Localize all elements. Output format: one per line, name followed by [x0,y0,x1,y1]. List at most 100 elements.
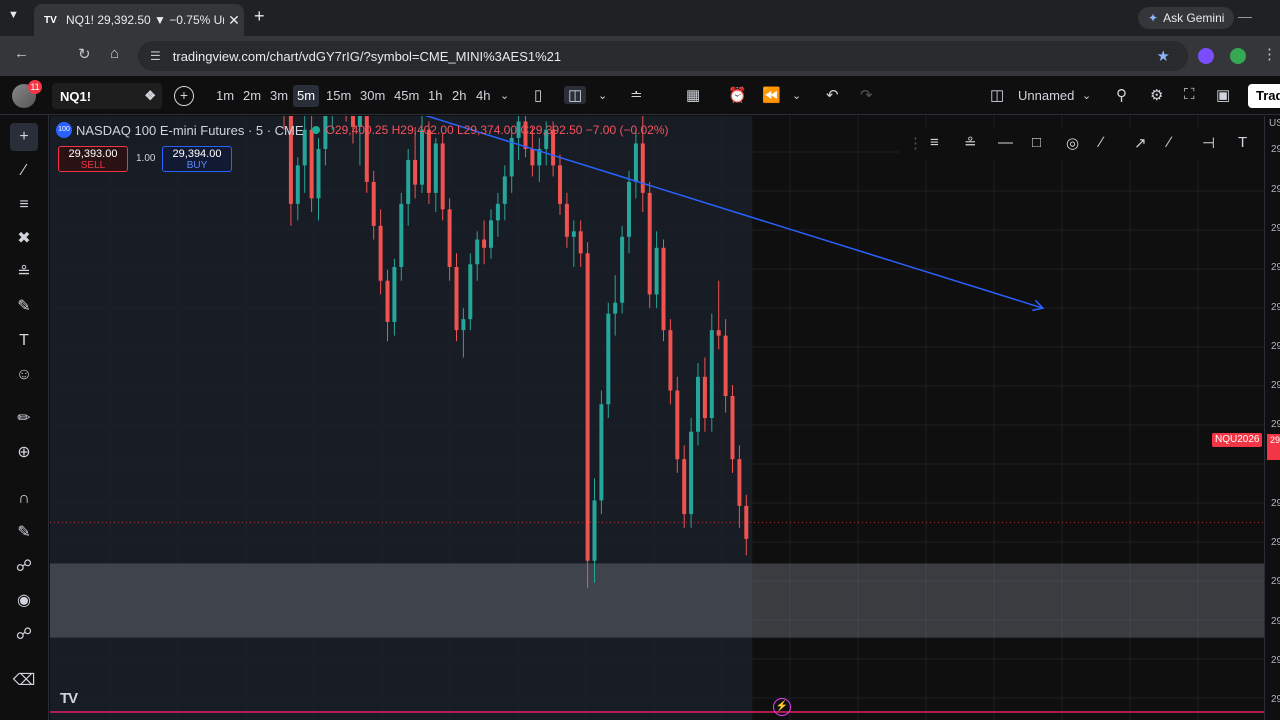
candle-up [633,143,638,182]
fullscreen-icon[interactable]: ⛶ [1184,86,1195,103]
interval-button[interactable]: 15m [322,85,355,107]
interval-button[interactable]: 45m [390,85,423,107]
close-tab-icon[interactable]: ✕ [224,12,244,29]
quick-search-icon[interactable]: ⚲ [1116,86,1127,104]
replay-bolt-icon[interactable]: ⚡ [773,698,791,716]
price-axis[interactable]: US 29 29 29 29 29 29 29 29 29 29 29 29 2… [1264,116,1280,720]
chart-legend: 100 NASDAQ 100 E-mini Futures · 5 · CME … [56,122,669,138]
order-quantity[interactable]: 1.00 [136,153,155,164]
new-tab-icon[interactable]: + [254,6,265,27]
buy-label: BUY [186,160,208,171]
interval-button[interactable]: 1m [212,85,238,107]
tab-search-chevron-icon[interactable]: ▼ [8,9,19,21]
interval-button[interactable]: 1h [424,85,446,107]
buy-button[interactable]: 29,394.00 BUY [162,146,232,172]
path-tool-icon[interactable]: ∕ [1100,134,1103,151]
interval-dropdown-chevron-icon[interactable]: ⌄ [500,89,509,102]
candle-down [730,396,735,460]
candle-down [675,390,680,460]
stay-drawing-mode-icon[interactable]: ✎ [10,519,38,547]
redo-icon[interactable]: ↷ [860,86,873,104]
url-omnibox[interactable]: ☰ tradingview.com/chart/vdGY7rIG/?symbol… [138,41,1188,71]
interval-button[interactable]: 4h [472,85,494,107]
ruler-tool-icon[interactable]: ✏ [10,405,38,433]
brush-tool-icon[interactable]: ✎ [10,293,38,321]
browser-menu-icon[interactable]: ⋮ [1262,45,1277,63]
site-info-icon[interactable]: ☰ [150,49,161,63]
layout-panel-icon[interactable]: ◫ [990,86,1004,104]
snapshot-camera-icon[interactable]: ▣ [1216,86,1230,104]
chart-pane[interactable]: 100 NASDAQ 100 E-mini Futures · 5 · CME … [50,116,1264,720]
lock-drawings-icon[interactable]: ☍ [10,553,38,581]
candle-down [723,335,728,397]
settings-gear-icon[interactable]: ⚙ [1150,86,1163,104]
candlestick-chart-type-icon[interactable]: ◫ [564,86,587,104]
horizontal-lines-tool-icon[interactable]: ≡ [10,191,38,219]
horizontal-line-icon[interactable]: — [998,134,1013,151]
chart-type-chevron-icon[interactable]: ⌄ [598,89,607,102]
candle-down [668,330,673,391]
interval-button-active[interactable]: 5m [293,85,320,107]
compare-symbol-plus-icon[interactable]: + [174,86,194,106]
alert-icon[interactable]: ⏰ [728,86,747,104]
price-tick-label: 29 [1271,341,1280,352]
interval-button[interactable]: 30m [356,85,389,107]
undo-icon[interactable]: ↶ [826,86,839,104]
zoom-in-icon[interactable]: ⊕ [10,439,38,467]
crosshair-icon[interactable]: + [10,123,38,151]
horizontal-ray-icon[interactable]: ⊣ [1202,134,1215,152]
sell-button[interactable]: 29,393.00 SELL [58,146,128,172]
templates-grid-icon[interactable]: ▦ [686,86,700,104]
extension-icon[interactable] [1198,48,1214,64]
ray-tool-icon[interactable]: ↗ [1134,134,1147,152]
interval-button[interactable]: 2m [239,85,265,107]
pattern-tool-icon[interactable]: ✖ [10,225,38,253]
indicators-icon[interactable]: ≐ [630,86,643,104]
fib-retracement-icon[interactable]: ≗ [964,134,977,152]
ask-gemini-button[interactable]: ✦ Ask Gemini [1138,7,1235,29]
tradingview-logo-icon[interactable]: TV [60,690,78,707]
drag-handle-icon[interactable]: ⋮ [908,134,923,152]
link-icon[interactable]: ☍ [10,621,38,649]
emoji-tool-icon[interactable]: ☺ [10,361,38,389]
bookmark-star-icon[interactable]: ★ [1157,47,1170,65]
symbol-search-input[interactable]: NQ1! ❖ [52,83,162,109]
layout-name[interactable]: Unnamed [1018,88,1074,103]
rectangle-tool-icon[interactable]: □ [1032,134,1041,151]
bar-chart-type-icon[interactable]: ▯ [534,86,542,104]
hide-drawings-eye-icon[interactable]: ◉ [10,587,38,615]
trendline-tool-icon[interactable]: ∕ [10,157,38,185]
long-position-tool-icon[interactable]: ≡ [930,134,939,151]
layout-chevron-icon[interactable]: ⌄ [1082,89,1091,102]
home-icon[interactable]: ⌂ [110,45,119,62]
back-arrow-icon[interactable]: ← [14,45,29,62]
text-tool-icon[interactable]: T [10,327,38,355]
candle-down [647,192,652,295]
symbol-settings-icon[interactable]: ❖ [144,88,156,104]
circle-tool-icon[interactable]: ◎ [1066,134,1079,152]
trend-line-tool-icon[interactable]: ∕ [1168,134,1171,151]
candle-down [482,239,487,248]
delete-trash-icon[interactable]: ⌫ [10,667,38,695]
fib-tool-icon[interactable]: ≗ [10,259,38,287]
candle-up [433,143,438,193]
axis-currency[interactable]: US [1269,118,1280,129]
instrument-name[interactable]: NASDAQ 100 E-mini Futures · 5 · CME [76,123,304,138]
replay-chevron-icon[interactable]: ⌄ [792,89,801,102]
reload-icon[interactable]: ↻ [78,45,91,63]
replay-icon[interactable]: ⏪ [762,86,781,104]
text-tool-icon[interactable]: T [1238,134,1247,151]
interval-button[interactable]: 2h [448,85,470,107]
price-tick-label: 29 [1271,576,1280,587]
candle-up [475,239,480,265]
extension-icon[interactable] [1230,48,1246,64]
trade-button[interactable]: Trad [1248,84,1280,108]
magnet-icon[interactable]: ∩ [10,485,38,513]
browser-tab[interactable]: TV NQ1! 29,392.50 ▼ −0.75% Unn ✕ [34,4,244,36]
candlestick-chart[interactable] [50,116,1264,720]
price-tick-label: 29 [1271,498,1280,509]
buy-price: 29,394.00 [172,148,222,160]
minimize-window-icon[interactable]: — [1238,8,1252,24]
interval-button[interactable]: 3m [266,85,292,107]
candle-down [716,330,721,336]
